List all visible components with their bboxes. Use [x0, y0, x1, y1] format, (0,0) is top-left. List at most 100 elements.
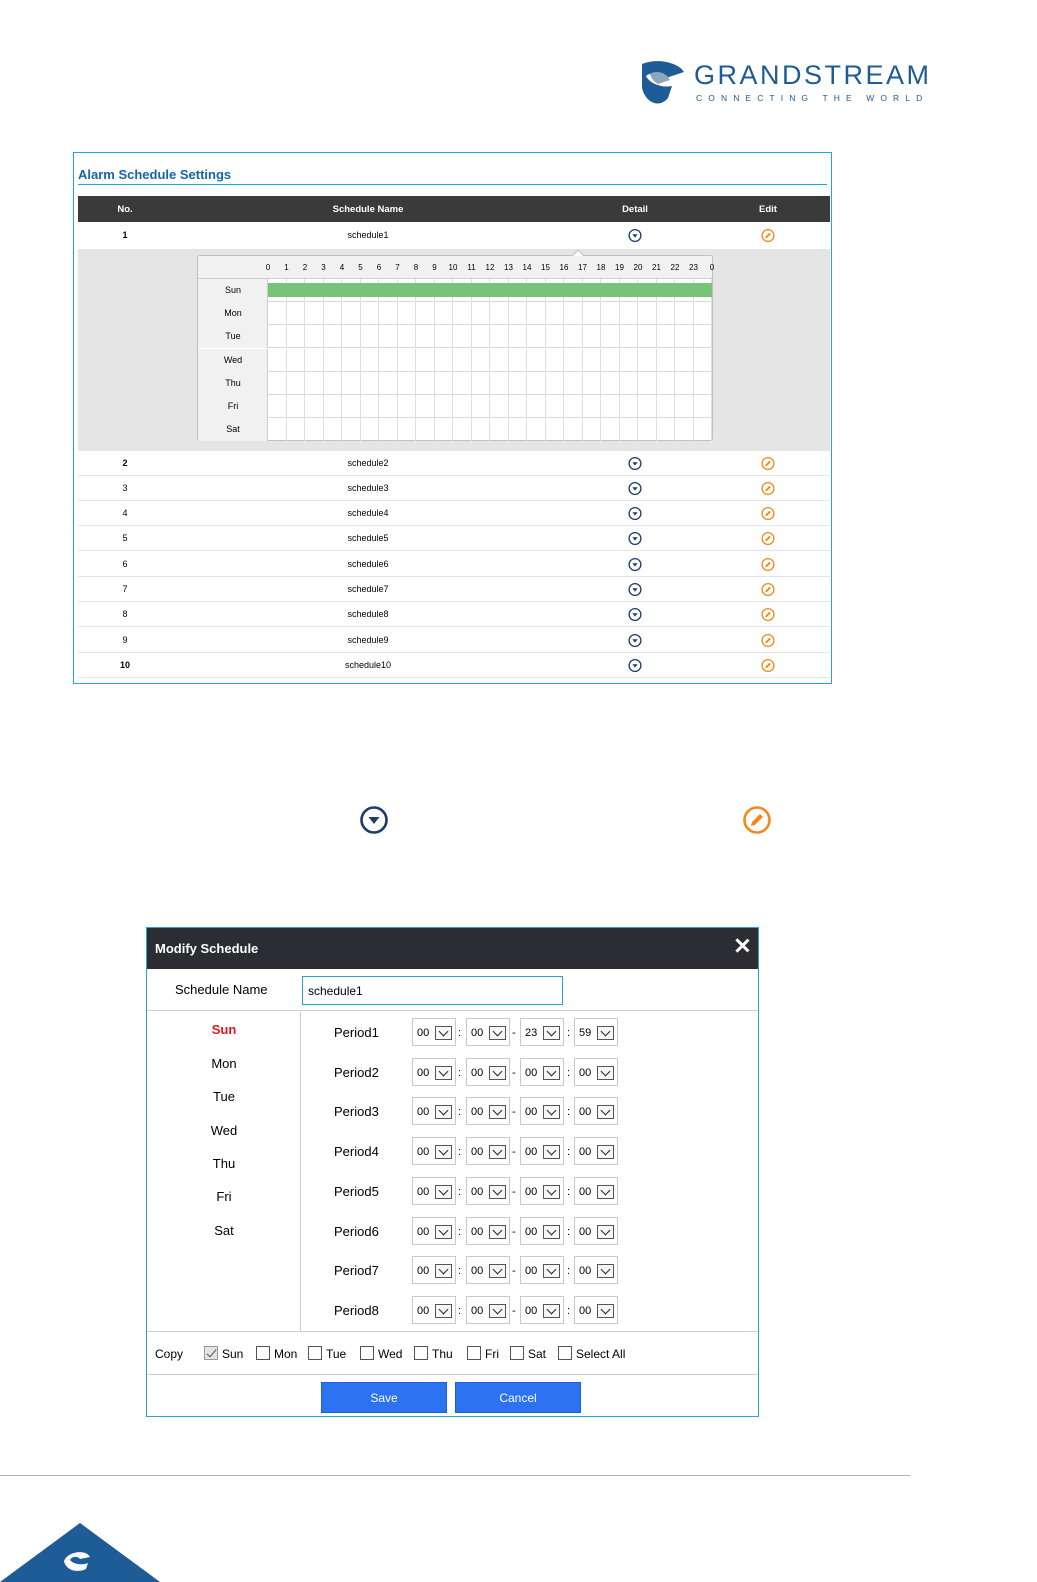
copy-checkbox-fri[interactable] — [467, 1346, 481, 1360]
detail-icon[interactable] — [628, 531, 643, 546]
day-tab-thu[interactable]: Thu — [213, 1156, 235, 1171]
hour-slot — [675, 348, 694, 372]
day-tab-fri[interactable]: Fri — [216, 1189, 231, 1204]
edit-icon[interactable] — [761, 582, 776, 597]
table-row: 6 schedule6 — [78, 552, 830, 577]
select-value: 00 — [579, 1265, 592, 1278]
hour-slot — [342, 371, 361, 395]
time-separator: : — [567, 1066, 571, 1079]
end-minute-select[interactable]: 00 — [574, 1176, 618, 1205]
detail-icon[interactable] — [628, 658, 643, 673]
start-minute-select[interactable]: 00 — [466, 1176, 510, 1205]
start-minute-select[interactable]: 00 — [466, 1216, 510, 1245]
hour-label: 17 — [578, 263, 587, 272]
select-value: 23 — [525, 1027, 538, 1039]
detail-icon[interactable] — [628, 228, 643, 243]
detail-icon[interactable] — [628, 607, 643, 622]
detail-icon[interactable] — [628, 582, 643, 597]
start-minute-select[interactable]: 00 — [466, 1295, 510, 1324]
hour-slot — [583, 418, 601, 442]
edit-icon[interactable] — [761, 506, 776, 521]
start-hour-select[interactable]: 00 — [412, 1137, 456, 1166]
end-hour-select[interactable]: 00 — [520, 1295, 564, 1324]
end-hour-select[interactable]: 00 — [520, 1176, 564, 1205]
end-minute-select[interactable]: 00 — [574, 1137, 618, 1166]
end-hour-select[interactable]: 00 — [520, 1216, 564, 1245]
edit-icon[interactable] — [761, 633, 776, 648]
start-hour-select[interactable]: 00 — [412, 1295, 456, 1324]
start-minute-select[interactable]: 00 — [466, 1097, 510, 1126]
time-separator: : — [458, 1225, 462, 1238]
start-minute-select[interactable]: 00 — [466, 1057, 510, 1086]
save-button[interactable]: Save — [321, 1382, 447, 1413]
detail-icon[interactable] — [628, 481, 643, 496]
hour-slot — [675, 371, 694, 395]
detail-icon[interactable] — [628, 557, 643, 572]
start-hour-select[interactable]: 00 — [412, 1057, 456, 1086]
hour-slot — [379, 325, 398, 349]
select-value: 00 — [417, 1146, 430, 1159]
detail-icon[interactable] — [628, 456, 643, 471]
edit-icon[interactable] — [761, 481, 776, 496]
end-hour-select[interactable]: 00 — [520, 1097, 564, 1126]
chevron-down-icon — [435, 1105, 452, 1120]
start-hour-select[interactable]: 00 — [412, 1018, 456, 1046]
start-hour-select[interactable]: 00 — [412, 1176, 456, 1205]
day-tab-tue[interactable]: Tue — [213, 1089, 235, 1104]
edit-icon[interactable] — [761, 456, 776, 471]
end-minute-select[interactable]: 00 — [574, 1097, 618, 1126]
time-separator: : — [458, 1146, 462, 1159]
grid-day-label-cell: Tue — [198, 325, 268, 349]
close-icon[interactable] — [732, 936, 752, 956]
hour-slot — [509, 348, 527, 372]
copy-checkbox-sun[interactable] — [204, 1346, 218, 1360]
copy-checkbox-label: Mon — [274, 1347, 298, 1361]
edit-icon[interactable] — [761, 228, 776, 243]
time-separator: : — [567, 1146, 571, 1159]
copy-checkbox-select-all[interactable] — [558, 1346, 572, 1360]
hour-slot — [416, 418, 435, 442]
time-separator: : — [458, 1106, 462, 1119]
end-minute-select[interactable]: 00 — [574, 1216, 618, 1245]
start-minute-select[interactable]: 00 — [466, 1256, 510, 1285]
day-tab-mon[interactable]: Mon — [211, 1056, 236, 1071]
day-tab-sat[interactable]: Sat — [214, 1223, 234, 1238]
hour-slot — [416, 348, 435, 372]
end-hour-select[interactable]: 00 — [520, 1137, 564, 1166]
end-minute-select[interactable]: 59 — [574, 1018, 618, 1046]
hour-slot — [657, 348, 675, 372]
end-minute-select[interactable]: 00 — [574, 1256, 618, 1285]
header-detail: Detail — [622, 204, 648, 215]
end-hour-select[interactable]: 23 — [520, 1018, 564, 1046]
copy-checkbox-wed[interactable] — [360, 1346, 374, 1360]
edit-icon[interactable] — [761, 531, 776, 546]
schedule-name-input[interactable] — [302, 976, 563, 1005]
edit-icon[interactable] — [761, 658, 776, 673]
start-minute-select[interactable]: 00 — [466, 1137, 510, 1166]
end-hour-select[interactable]: 00 — [520, 1256, 564, 1285]
day-tab-sun[interactable]: Sun — [212, 1022, 237, 1037]
start-minute-select[interactable]: 00 — [466, 1018, 510, 1046]
edit-icon[interactable] — [761, 557, 776, 572]
day-tab-wed[interactable]: Wed — [211, 1123, 238, 1138]
start-hour-select[interactable]: 00 — [412, 1216, 456, 1245]
detail-icon[interactable] — [628, 506, 643, 521]
edit-icon[interactable] — [761, 607, 776, 622]
start-hour-select[interactable]: 00 — [412, 1097, 456, 1126]
cancel-button[interactable]: Cancel — [455, 1382, 581, 1413]
copy-checkbox-sat[interactable] — [510, 1346, 524, 1360]
chevron-down-icon — [597, 1065, 614, 1080]
grid-day-label: Sat — [226, 424, 240, 435]
chevron-down-icon — [597, 1303, 614, 1318]
copy-checkbox-thu[interactable] — [414, 1346, 428, 1360]
end-minute-select[interactable]: 00 — [574, 1057, 618, 1086]
detail-icon[interactable] — [628, 633, 643, 648]
grid-day-label-cell: Sun — [198, 279, 268, 302]
end-minute-select[interactable]: 00 — [574, 1295, 618, 1324]
copy-checkbox-tue[interactable] — [308, 1346, 322, 1360]
start-hour-select[interactable]: 00 — [412, 1256, 456, 1285]
copy-checkbox-mon[interactable] — [256, 1346, 270, 1360]
end-hour-select[interactable]: 00 — [520, 1057, 564, 1086]
hour-slot — [416, 302, 435, 326]
hour-label: 15 — [541, 263, 550, 272]
